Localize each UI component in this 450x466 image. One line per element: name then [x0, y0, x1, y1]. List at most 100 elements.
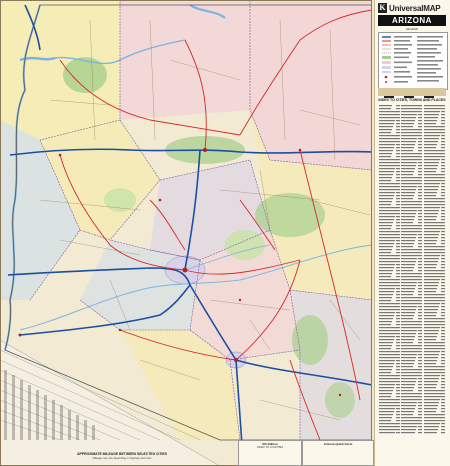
- index-grid-ref: [396, 306, 400, 308]
- index-grid-ref: [396, 288, 400, 290]
- index-entry: [401, 333, 416, 335]
- index-grid-ref: [441, 384, 445, 386]
- index-entry: [424, 120, 437, 122]
- index-entry: [401, 354, 417, 356]
- index-entry: [379, 171, 394, 173]
- index-entry: [379, 276, 391, 278]
- index-entry: [424, 393, 442, 395]
- quick-facts-box: Arizona Quick Facts: [302, 440, 374, 466]
- index-grid-ref: [396, 165, 400, 167]
- index-grid-ref: [441, 303, 445, 305]
- index-entry: [401, 261, 416, 263]
- index-grid-ref: [396, 303, 400, 305]
- index-grid-ref: [418, 372, 422, 374]
- index-grid-ref: [441, 312, 445, 314]
- state-map[interactable]: [0, 0, 372, 466]
- index-entry: [379, 255, 398, 257]
- index-entry: [424, 180, 441, 182]
- index-entry: [379, 279, 398, 281]
- index-grid-ref: [441, 222, 445, 224]
- index-entry: [379, 258, 397, 260]
- index-entry: [379, 312, 395, 314]
- index-entry: [379, 432, 395, 434]
- index-grid-ref: [441, 354, 445, 356]
- index-entry: [379, 372, 391, 374]
- index-grid-ref: [396, 366, 400, 368]
- index-grid-ref: [396, 231, 400, 233]
- index-grid-ref: [441, 363, 445, 365]
- index-grid-ref: [418, 132, 422, 134]
- index-entry: [401, 372, 419, 374]
- index-entry: [401, 153, 420, 155]
- index-entry: [401, 207, 418, 209]
- index-entry: [401, 174, 413, 176]
- index-entry: [401, 318, 413, 320]
- index-grid-ref: [396, 240, 400, 242]
- index-entry: [379, 429, 396, 431]
- index-entry: [424, 225, 442, 227]
- index-grid-ref: [396, 402, 400, 404]
- index-entry: [424, 240, 437, 242]
- index-grid-ref: [418, 204, 422, 206]
- index-entry: [379, 315, 394, 317]
- index-entry: [401, 234, 417, 236]
- index-entry: [379, 414, 393, 416]
- index-entry: [401, 345, 420, 347]
- index-grid-ref: [396, 255, 400, 257]
- index-grid-ref: [441, 375, 445, 377]
- index-grid-ref: [418, 144, 422, 146]
- index-entry: [424, 261, 438, 263]
- index-entry: [379, 168, 395, 170]
- index-entry: [379, 417, 392, 419]
- index-grid-ref: [418, 351, 422, 353]
- index-grid-ref: [441, 258, 445, 260]
- index-entry: [401, 294, 413, 296]
- index-entry: [379, 216, 395, 218]
- index-entry: [401, 246, 413, 248]
- index-entry: [401, 405, 416, 407]
- index-grid-ref: [418, 192, 422, 194]
- index-grid-ref: [418, 327, 422, 329]
- index-grid-ref: [441, 318, 445, 320]
- index-entry: [401, 237, 416, 239]
- index-grid-ref: [441, 114, 445, 116]
- index-grid-ref: [418, 309, 422, 311]
- index-entry: [424, 258, 439, 260]
- index-entry: [424, 168, 437, 170]
- index-grid-ref: [396, 171, 400, 173]
- index-entry: [424, 156, 441, 158]
- index-grid-ref: [396, 234, 400, 236]
- index-grid-ref: [441, 111, 445, 113]
- index-grid-ref: [418, 405, 422, 407]
- index-entry: [401, 315, 414, 317]
- index-grid-ref: [418, 399, 422, 401]
- index-entry: [424, 306, 439, 308]
- index-grid-ref: [441, 273, 445, 275]
- index-grid-ref: [441, 252, 445, 254]
- index-entry: [424, 351, 440, 353]
- index-grid-ref: [396, 186, 400, 188]
- index-grid-ref: [418, 381, 422, 383]
- index-grid-ref: [418, 138, 422, 140]
- index-grid-ref: [441, 294, 445, 296]
- index-entry: [424, 111, 440, 113]
- index-entry: [424, 381, 438, 383]
- index-grid-ref: [441, 291, 445, 293]
- index-grid-ref: [396, 204, 400, 206]
- index-grid-ref: [396, 138, 400, 140]
- index-entry: [379, 117, 396, 119]
- index-grid-ref: [418, 129, 422, 131]
- index-grid-ref: [418, 213, 422, 215]
- index-grid-ref: [418, 258, 422, 260]
- index-entry: [424, 204, 441, 206]
- index-grid-ref: [396, 177, 400, 179]
- index-grid-ref: [418, 228, 422, 230]
- index-entry: [379, 390, 393, 392]
- index-entry: [401, 162, 417, 164]
- index-entry: [401, 336, 415, 338]
- index-entry: [424, 432, 437, 434]
- index-grid-ref: [441, 255, 445, 257]
- index-grid-ref: [441, 327, 445, 329]
- index-entry: [401, 297, 420, 299]
- index-entry: [379, 243, 394, 245]
